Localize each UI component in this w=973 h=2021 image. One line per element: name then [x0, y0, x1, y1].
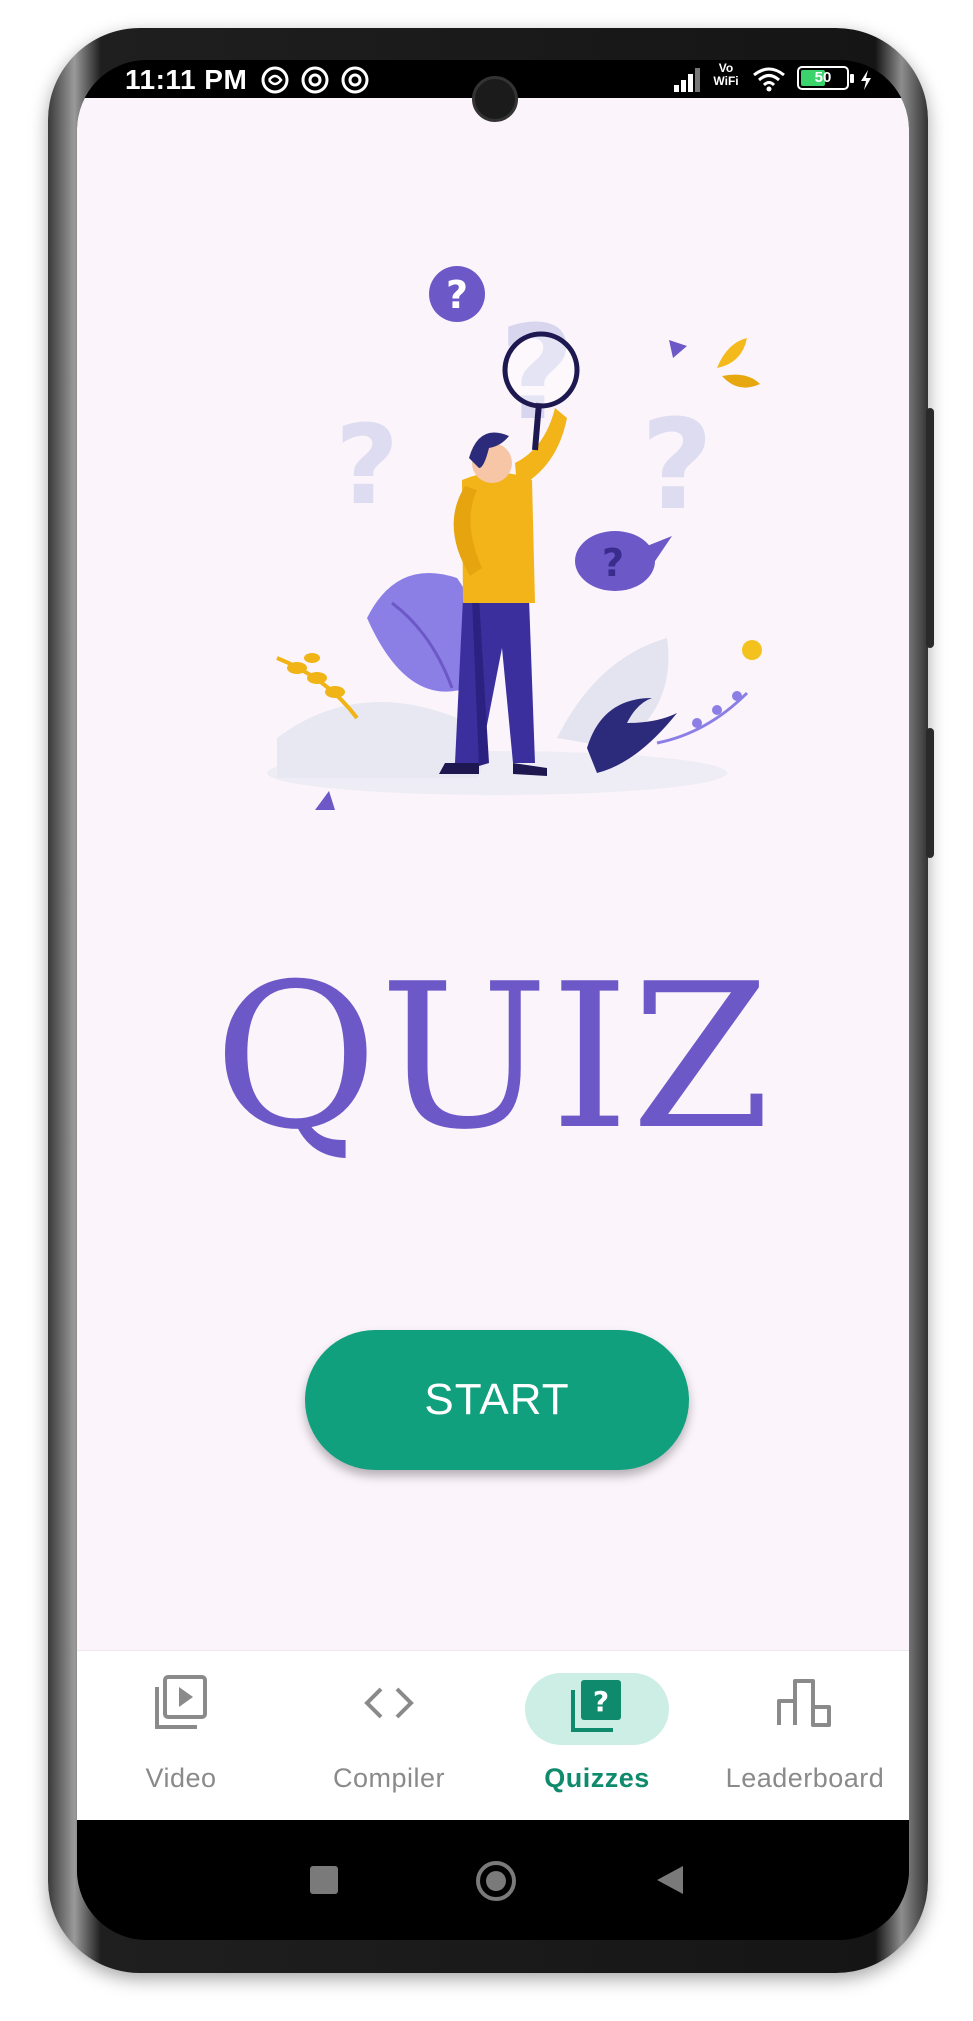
svg-text:?: ?: [641, 393, 714, 538]
notification-icons: [261, 66, 369, 94]
svg-text:?: ?: [446, 273, 468, 317]
nav-item-video[interactable]: Video: [77, 1651, 285, 1821]
quiz-icon: ?: [571, 1680, 621, 1732]
back-button[interactable]: [655, 1864, 685, 1896]
speech-bubble-icon: ?: [575, 531, 672, 591]
battery-level: 50: [814, 69, 832, 86]
system-navigation-bar: [77, 1820, 909, 1940]
wifi-icon: [753, 67, 785, 92]
front-camera: [472, 76, 518, 122]
nav-item-compiler[interactable]: Compiler: [285, 1651, 493, 1821]
phone-screen: 11:11 PM Vo WiFi 50 ? ? ? ? QUIZ START V…: [77, 60, 909, 1940]
svg-text:?: ?: [593, 1685, 609, 1718]
nav-item-leaderboard[interactable]: Leaderboard: [701, 1651, 909, 1821]
bottom-navigation: Video Compiler ? Quizzes Leaderboard: [77, 1650, 909, 1821]
quiz-title: QUIZ: [213, 941, 773, 1174]
question-mark-icon: ?: [429, 266, 485, 322]
video-library-icon: [155, 1675, 207, 1729]
code-brackets-icon: [364, 1687, 414, 1719]
vowifi-label: Vo WiFi: [713, 61, 739, 88]
nav-item-quizzes[interactable]: ? Quizzes: [493, 1651, 701, 1821]
quiz-illustration: ? ? ? ? ?: [267, 266, 762, 810]
nav-label-leaderboard: Leaderboard: [725, 1763, 885, 1793]
home-button[interactable]: [476, 1861, 516, 1901]
status-time: 11:11 PM: [125, 64, 248, 95]
leaderboard-icon: [777, 1679, 831, 1727]
nav-label-compiler: Compiler: [332, 1763, 446, 1793]
nav-label-quizzes: Quizzes: [544, 1763, 650, 1793]
signal-icon: [674, 68, 700, 92]
side-button-power: [926, 728, 934, 858]
start-button[interactable]: START: [305, 1330, 689, 1470]
svg-text:?: ?: [335, 401, 399, 529]
battery-icon: 50: [797, 66, 854, 90]
quiz-screen: ? ? ? ? ?: [77, 98, 909, 1650]
charging-icon: [861, 70, 871, 90]
side-button-volume: [926, 408, 934, 648]
svg-text:?: ?: [602, 541, 624, 585]
nav-label-video: Video: [145, 1763, 217, 1793]
recent-apps-button[interactable]: [310, 1866, 338, 1894]
